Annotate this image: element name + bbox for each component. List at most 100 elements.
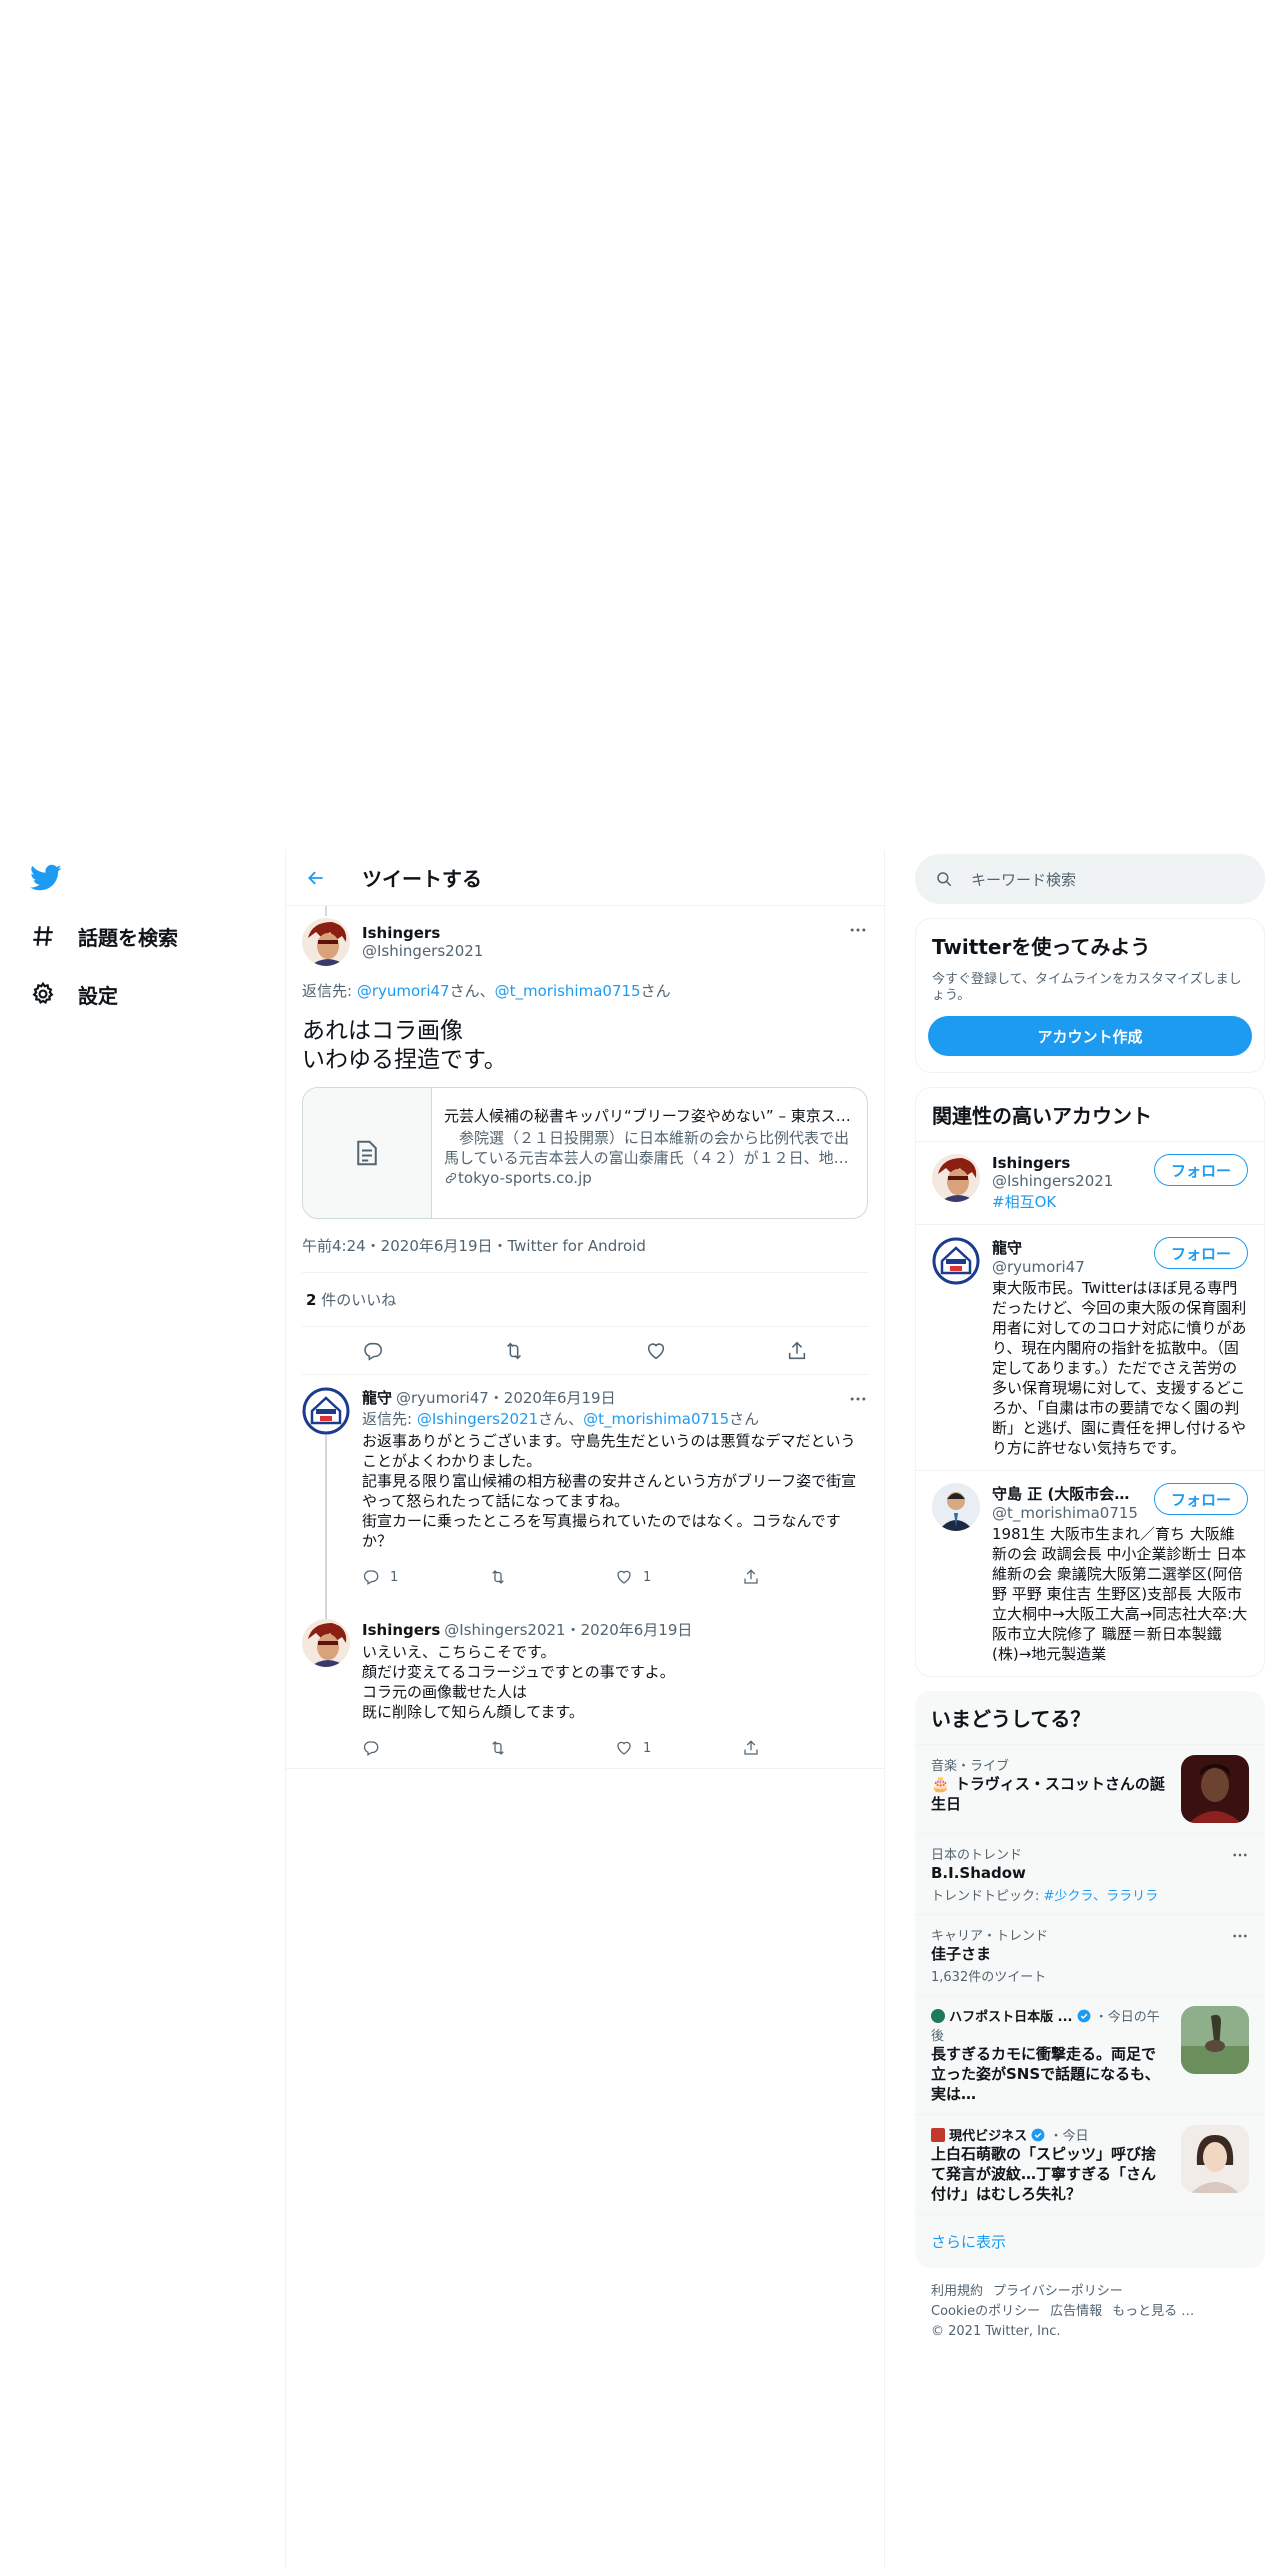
trend-thumbnail (1181, 2125, 1249, 2193)
signup-description: 今すぐ登録して、タイムラインをカスタマイズしましょう。 (932, 972, 1242, 1003)
trend-topic-link[interactable]: #少クラ、ララリラ (1044, 1889, 1159, 1904)
card-title: 元芸人候補の秘書キッパリ“ブリーフ姿やめない” – 東京ス… (444, 1107, 851, 1125)
reply-handle-date[interactable]: @ryumori47・2020年6月19日 (396, 1387, 616, 1408)
author-name[interactable]: Ishingers (362, 924, 483, 942)
likes-count-row[interactable]: 2 件のいいね (302, 1273, 868, 1327)
avatar[interactable] (302, 918, 350, 966)
trends-title: いまどうしてる？ (931, 1707, 1091, 1731)
reply-to-line: 返信先: @Ishingers2021さん、@t_morishima0715さん (362, 1408, 868, 1429)
trend-item[interactable]: ハフポスト日本版 ... ・今日の午後 長すぎるカモに衝撃走る。両足で立った姿が… (915, 1995, 1265, 2114)
account-name: Ishingers (992, 1154, 1071, 1172)
account-name: 龍守 (992, 1239, 1023, 1257)
reply-icon[interactable] (362, 1340, 384, 1362)
trend-context: ハフポスト日本版 ... ・今日の午後 (931, 2006, 1169, 2044)
trend-item[interactable]: 現代ビジネス ・今日 上白石萌歌の「スピッツ」呼び捨て発言が波紋…丁寧すぎる「さ… (915, 2114, 1265, 2214)
reply-mention-link[interactable]: @t_morishima0715 (583, 1410, 729, 1428)
account-bio[interactable]: #相互OK (992, 1192, 1248, 1212)
reply-to-suffix: さん (640, 982, 671, 1000)
like-count: 1 (643, 1569, 652, 1585)
signup-box: Twitterを使ってみよう 今すぐ登録して、タイムラインをカスタマイズしましょ… (915, 918, 1265, 1073)
nav-settings[interactable]: 設定 (30, 974, 118, 1014)
footer-link[interactable]: プライバシーポリシー (993, 2284, 1123, 2299)
author-handle[interactable]: @Ishingers2021 (362, 942, 483, 960)
reply-author-name[interactable]: 龍守 (362, 1387, 392, 1408)
share-icon[interactable] (742, 1739, 760, 1757)
share-icon[interactable] (786, 1340, 808, 1362)
more-icon[interactable] (848, 1389, 868, 1409)
copyright: © 2021 Twitter, Inc. (931, 2324, 1061, 2339)
reply-handle-date[interactable]: @Ishingers2021・2020年6月19日 (444, 1619, 692, 1640)
publish-time: ・今日 (1049, 2129, 1089, 2144)
account-name: 守島 正 (大阪市会議… (992, 1485, 1142, 1503)
search-icon (937, 872, 952, 887)
reply-text: いえいえ、こちらこそです。 顔だけ変えてるコラージュですとの事ですよ。 コラ元の… (362, 1643, 675, 1721)
like-count: 1 (643, 1740, 652, 1756)
avatar[interactable] (932, 1483, 980, 1531)
retweet-icon[interactable] (503, 1340, 525, 1362)
more-icon[interactable] (1231, 1846, 1249, 1864)
avatar[interactable] (932, 1154, 980, 1202)
like-icon[interactable] (615, 1739, 633, 1757)
reply-icon[interactable] (362, 1568, 380, 1586)
article-icon (357, 1140, 377, 1166)
footer-link[interactable]: もっと見る … (1112, 2304, 1194, 2319)
trend-item[interactable]: 音楽・ライブ 🎂 トラヴィス・スコットさんの誕生日 (915, 1744, 1265, 1833)
card-domain-text: tokyo-sports.co.jp (458, 1169, 592, 1187)
share-icon[interactable] (742, 1568, 760, 1586)
reply-tweet[interactable]: 龍守 @ryumori47・2020年6月19日 返信先: @Ishingers… (286, 1375, 884, 1593)
like-icon[interactable] (615, 1568, 633, 1586)
search-input[interactable]: キーワード検索 (915, 854, 1265, 904)
show-more-link[interactable]: さらに表示 (915, 2214, 1265, 2268)
reply-tweet[interactable]: Ishingers @Ishingers2021・2020年6月19日 いえいえ… (286, 1607, 884, 1769)
footer-link[interactable]: 利用規約 (931, 2284, 983, 2299)
twitter-logo-icon[interactable] (30, 864, 62, 892)
reply-icon[interactable] (362, 1739, 380, 1757)
account-item[interactable]: 龍守 @ryumori47 東大阪市民。Twitterはほぼ見る専門だったけど、… (916, 1224, 1264, 1470)
follow-button[interactable]: フォロー (1153, 1154, 1248, 1186)
trends-box: いまどうしてる？ 音楽・ライブ 🎂 トラヴィス・スコットさんの誕生日 日本のトレ… (915, 1691, 1265, 2268)
hashtag-icon (33, 926, 53, 946)
trend-context: 音楽・ライブ (931, 1759, 1010, 1774)
avatar[interactable] (932, 1237, 980, 1285)
publisher-name: 現代ビジネス (949, 2129, 1028, 2144)
reply-to-suffix: さん、 (449, 982, 495, 1000)
link-card[interactable]: 元芸人候補の秘書キッパリ“ブリーフ姿やめない” – 東京ス… 参院選（２１日投開… (302, 1087, 868, 1219)
avatar[interactable] (302, 1619, 350, 1667)
trend-item[interactable]: キャリア・トレンド 佳子さま 1,632件のツイート (915, 1914, 1265, 1995)
page-title: ツイートする (362, 867, 482, 891)
main-column: ツイートする Ishingers @Ishingers2021 返信先: @ry… (285, 850, 885, 2568)
account-item[interactable]: 守島 正 (大阪市会議… @t_morishima0715 1981生 大阪市生… (916, 1470, 1264, 1676)
trend-context: キャリア・トレンド (931, 1929, 1049, 1944)
verified-badge-icon (1077, 2009, 1091, 2023)
nav-explore-label: 話題を検索 (78, 925, 178, 950)
reply-to-suffix: さん (729, 1410, 760, 1428)
reply-mention-link[interactable]: @ryumori47 (357, 982, 450, 1000)
like-icon[interactable] (645, 1340, 667, 1362)
reply-author-name[interactable]: Ishingers (362, 1621, 440, 1639)
nav-explore[interactable]: 話題を検索 (30, 916, 178, 956)
retweet-icon[interactable] (489, 1739, 507, 1757)
reply-mention-link[interactable]: @t_morishima0715 (495, 982, 641, 1000)
footer-link[interactable]: 広告情報 (1050, 2304, 1102, 2319)
footer-link[interactable]: Cookieのポリシー (931, 2304, 1040, 2319)
more-icon[interactable] (848, 920, 868, 940)
retweet-icon[interactable] (489, 1568, 507, 1586)
avatar[interactable] (302, 1387, 350, 1435)
reply-mention-link[interactable]: @Ishingers2021 (417, 1410, 538, 1428)
follow-button[interactable]: フォロー (1153, 1237, 1248, 1269)
trend-subtitle-prefix: トレンドトピック: (931, 1889, 1044, 1904)
trend-title: 上白石萌歌の「スピッツ」呼び捨て発言が波紋…丁寧すぎる「さん付け」はむしろ失礼？ (931, 2145, 1157, 2203)
more-icon[interactable] (1231, 1927, 1249, 1945)
nav-settings-label: 設定 (78, 983, 118, 1008)
follow-button[interactable]: フォロー (1153, 1483, 1248, 1515)
publisher-logo-icon (931, 2128, 945, 2142)
back-arrow-icon[interactable] (306, 868, 326, 888)
gear-icon (32, 981, 54, 1005)
tweet-meta[interactable]: 午前4:24・2020年6月19日・Twitter for Android (302, 1235, 868, 1273)
trend-thumbnail (1181, 1755, 1249, 1823)
trend-item[interactable]: 日本のトレンド B.I.Shadow トレンドトピック: #少クラ、ララリラ (915, 1833, 1265, 1914)
account-item[interactable]: Ishingers @Ishingers2021 #相互OK フォロー (916, 1141, 1264, 1224)
focused-tweet: Ishingers @Ishingers2021 返信先: @ryumori47… (286, 906, 884, 1375)
related-accounts: 関連性の高いアカウント Ishingers @Ishingers2021 #相互… (915, 1087, 1265, 1677)
create-account-button[interactable]: アカウント作成 (928, 1016, 1252, 1056)
